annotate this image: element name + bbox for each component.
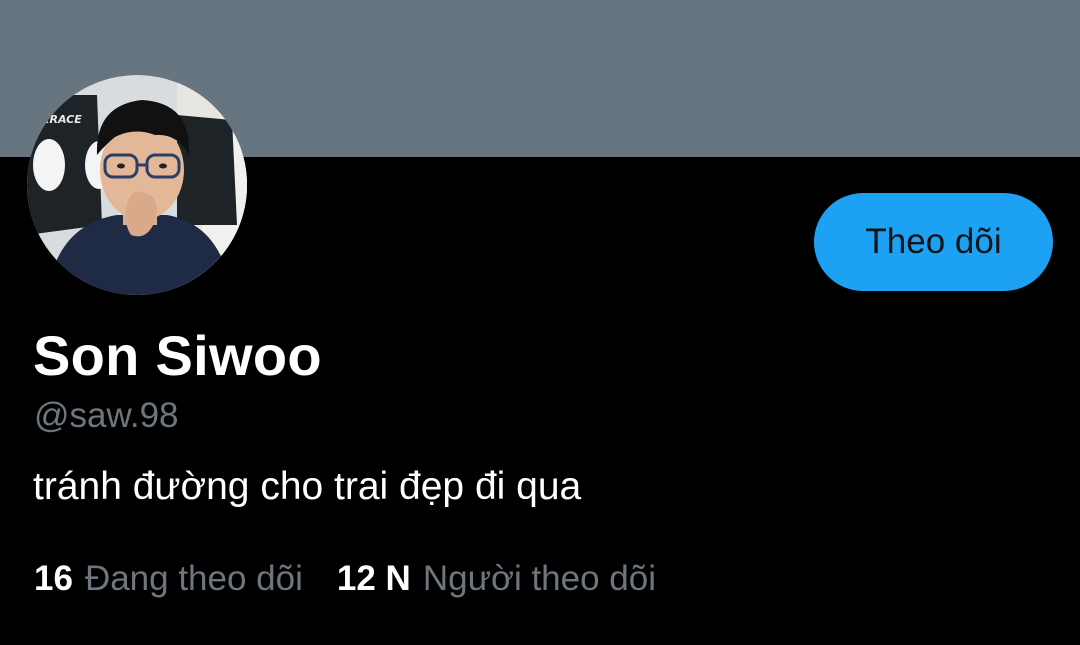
following-stat-link[interactable]: 16 Đang theo dõi: [34, 556, 303, 602]
followers-stat-link[interactable]: 12 N Người theo dõi: [337, 556, 656, 602]
follow-button[interactable]: Theo dõi: [814, 193, 1053, 291]
following-count: 16: [34, 559, 73, 598]
followers-count: 12 N: [336, 559, 411, 598]
avatar-photo: XRACE: [27, 75, 247, 295]
following-label: Đang theo dõi: [84, 559, 303, 598]
profile-handle: @saw.98: [34, 396, 179, 435]
profile-stats: 16 Đang theo dõi 12 N Người theo dõi: [34, 556, 656, 602]
profile-page: XRACE Theo dõi Son Siwoo @saw.98 tránh đ…: [0, 0, 1080, 645]
profile-bio: tránh đường cho trai đẹp đi qua: [33, 465, 582, 508]
profile-avatar[interactable]: XRACE: [27, 75, 247, 295]
profile-display-name: Son Siwoo: [33, 324, 322, 387]
followers-label: Người theo dõi: [422, 559, 657, 598]
